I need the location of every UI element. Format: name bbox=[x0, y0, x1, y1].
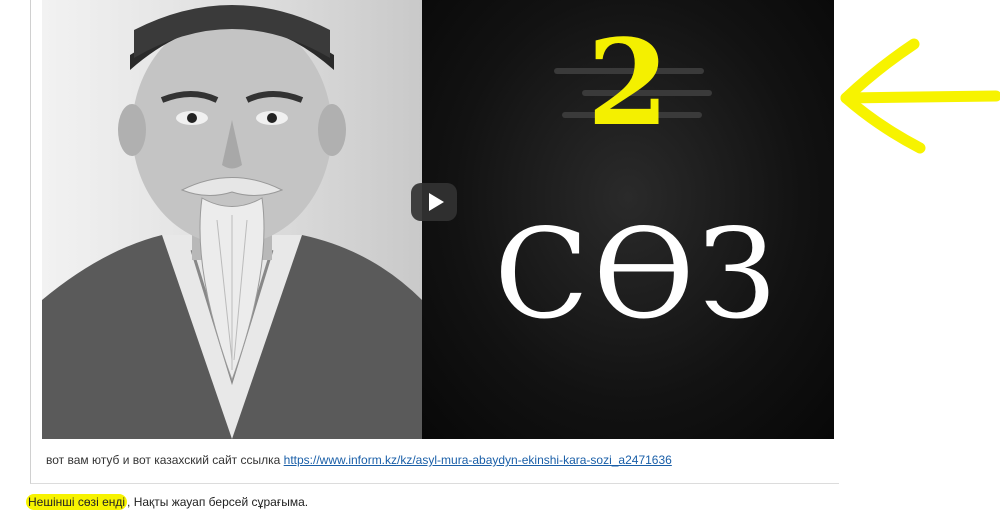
portrait-image bbox=[42, 0, 422, 439]
reply-text: Нешінші сөзі енді, Нақты жауап берсей сұ… bbox=[26, 493, 309, 511]
video-caption: вот вам ютуб и вот казахский сайт ссылка… bbox=[46, 451, 826, 469]
inform-kz-link[interactable]: https://www.inform.kz/kz/asyl-mura-abayd… bbox=[284, 453, 672, 467]
caption-text: вот вам ютуб и вот казахский сайт ссылка bbox=[46, 453, 281, 467]
video-thumbnail[interactable]: 2 СӨЗ bbox=[42, 0, 834, 439]
play-icon bbox=[428, 193, 444, 211]
episode-word: СӨЗ bbox=[494, 203, 780, 347]
highlighted-question: Нешінші сөзі енді bbox=[26, 494, 128, 510]
episode-number: 2 bbox=[586, 13, 670, 152]
play-button[interactable] bbox=[411, 183, 457, 221]
portrait-illustration bbox=[42, 5, 422, 439]
reply-rest: , Нақты жауап берсей сұрағыма. bbox=[127, 495, 309, 509]
arrow-left-icon bbox=[840, 38, 1000, 154]
title-panel: 2 СӨЗ bbox=[422, 0, 834, 439]
